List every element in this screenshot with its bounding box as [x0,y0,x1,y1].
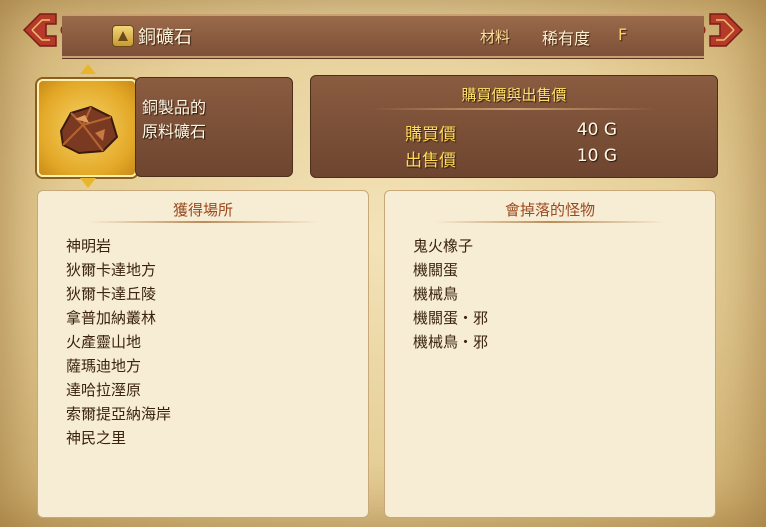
monsters-panel: 會掉落的怪物 鬼火橡子 機關蛋 機械鳥 機關蛋・邪 機械鳥・邪 [384,190,716,518]
price-panel: 購買價與出售價 購買價 40 G 出售價 10 G [310,75,718,178]
buy-price-label: 購買價 [405,125,456,145]
location-item: 狄爾卡達地方 [66,261,157,279]
description-line: 銅製品的 [142,98,207,117]
location-item: 拿普加納叢林 [66,309,157,327]
price-panel-title: 購買價與出售價 [461,86,567,104]
monster-item: 機關蛋・邪 [413,309,489,327]
item-description-panel: 銅製品的 原料礦石 [135,77,293,177]
location-item: 火產靈山地 [66,333,142,351]
location-item: 狄爾卡達丘陵 [66,285,157,303]
location-item: 神民之里 [66,429,127,447]
rarity-value: F [618,25,628,44]
monster-item: 機械鳥・邪 [413,333,489,351]
monster-item: 機械鳥 [413,285,459,303]
item-header-bar: 銅礦石 材料 稀有度 F [62,14,704,58]
location-item: 索爾提亞納海岸 [66,405,172,423]
locations-title: 獲得場所 [172,201,233,219]
sell-price-value: 10 G [576,146,617,166]
monster-item: 機關蛋 [413,261,459,279]
material-category-icon [112,25,134,47]
next-item-arrow-icon[interactable] [80,178,96,188]
description-line: 原料礦石 [142,122,207,141]
locations-panel: 獲得場所 神明岩 狄爾卡達地方 狄爾卡達丘陵 拿普加納叢林 火產靈山地 薩瑪迪地… [37,190,369,518]
sell-price-label: 出售價 [405,151,456,171]
divider [88,221,318,223]
location-item: 神明岩 [66,237,112,255]
location-item: 薩瑪迪地方 [66,357,142,375]
divider [435,221,665,223]
item-name: 銅礦石 [138,27,192,48]
location-item: 達哈拉溼原 [66,381,142,399]
rarity-label: 稀有度 [542,29,591,48]
buy-price-value: 40 G [576,120,617,140]
item-category: 材料 [480,28,511,46]
item-image-frame [37,79,137,177]
monsters-title: 會掉落的怪物 [504,201,595,219]
monster-item: 鬼火橡子 [413,237,474,255]
previous-item-arrow-icon[interactable] [80,64,96,74]
divider [371,108,657,110]
copper-ore-icon [59,105,119,155]
